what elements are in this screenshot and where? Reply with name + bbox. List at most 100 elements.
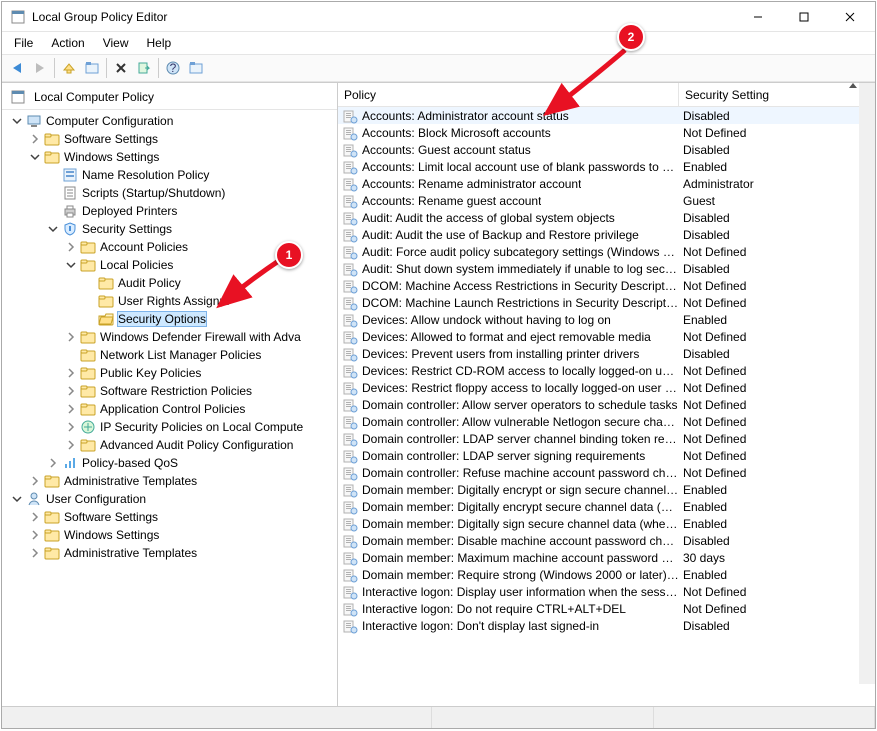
chevron-right-icon[interactable] [64,420,78,434]
tree-item[interactable]: Audit Policy [4,274,337,292]
tree-item[interactable]: Security Options [4,310,337,328]
chevron-right-icon[interactable] [28,510,42,524]
list-item[interactable]: Devices: Allow undock without having to … [338,311,875,328]
properties-button[interactable] [185,57,207,79]
list-item[interactable]: Devices: Restrict CD-ROM access to local… [338,362,875,379]
chevron-right-icon[interactable] [64,402,78,416]
tree-item[interactable]: Windows Settings [4,526,337,544]
tree-item[interactable]: Windows Settings [4,148,337,166]
app-icon [10,9,26,25]
list-item[interactable]: Interactive logon: Display user informat… [338,583,875,600]
tree-item[interactable]: Scripts (Startup/Shutdown) [4,184,337,202]
list-item[interactable]: Domain member: Maximum machine account p… [338,549,875,566]
tree-item[interactable]: User Rights Assignm [4,292,337,310]
list-item[interactable]: Domain member: Digitally encrypt secure … [338,498,875,515]
menu-file[interactable]: File [6,34,41,52]
chevron-down-icon[interactable] [10,492,24,506]
export-button[interactable] [133,57,155,79]
chevron-down-icon[interactable] [46,222,60,236]
list-item[interactable]: Devices: Prevent users from installing p… [338,345,875,362]
list-item[interactable]: Domain controller: Allow server operator… [338,396,875,413]
menu-help[interactable]: Help [139,34,180,52]
scrollbar-vertical[interactable] [859,83,875,684]
chevron-right-icon[interactable] [64,438,78,452]
tree-item[interactable]: Security Settings [4,220,337,238]
list-item[interactable]: Audit: Force audit policy subcategory se… [338,243,875,260]
chevron-down-icon[interactable] [10,114,24,128]
chevron-right-icon[interactable] [28,546,42,560]
list-item[interactable]: Accounts: Rename guest accountGuest [338,192,875,209]
column-header-setting[interactable]: Security Setting [679,83,875,106]
close-button[interactable] [827,3,873,31]
policy-name: Accounts: Administrator account status [362,109,569,123]
policy-item-icon [342,108,358,124]
tree-item[interactable]: Advanced Audit Policy Configuration [4,436,337,454]
policy-item-icon [342,125,358,141]
tree-item[interactable]: Software Settings [4,508,337,526]
delete-button[interactable] [110,57,132,79]
maximize-button[interactable] [781,3,827,31]
list-item[interactable]: Accounts: Guest account statusDisabled [338,141,875,158]
tree-item[interactable]: Policy-based QoS [4,454,337,472]
chevron-right-icon[interactable] [64,330,78,344]
tree-item[interactable]: Administrative Templates [4,544,337,562]
list-item[interactable]: Audit: Shut down system immediately if u… [338,260,875,277]
tree-item[interactable]: Name Resolution Policy [4,166,337,184]
tree-item[interactable]: Computer Configuration [4,112,337,130]
tree-item[interactable]: Software Restriction Policies [4,382,337,400]
back-button[interactable] [6,57,28,79]
menu-view[interactable]: View [95,34,137,52]
list-item[interactable]: DCOM: Machine Access Restrictions in Sec… [338,277,875,294]
chevron-right-icon[interactable] [64,366,78,380]
chevron-right-icon[interactable] [28,528,42,542]
list-item[interactable]: Domain member: Digitally sign secure cha… [338,515,875,532]
policy-setting: Enabled [679,568,875,582]
help-button[interactable] [162,57,184,79]
chevron-down-icon[interactable] [28,150,42,164]
list-item[interactable]: Accounts: Block Microsoft accountsNot De… [338,124,875,141]
list-item[interactable]: Accounts: Rename administrator accountAd… [338,175,875,192]
chevron-right-icon[interactable] [64,240,78,254]
chevron-right-icon[interactable] [28,132,42,146]
list-item[interactable]: Domain member: Digitally encrypt or sign… [338,481,875,498]
list-item[interactable]: Devices: Allowed to format and eject rem… [338,328,875,345]
tree-item[interactable]: Network List Manager Policies [4,346,337,364]
tree-item[interactable]: Application Control Policies [4,400,337,418]
column-header-policy[interactable]: Policy [338,83,679,106]
list-item[interactable]: Interactive logon: Don't display last si… [338,617,875,634]
minimize-button[interactable] [735,3,781,31]
list-item[interactable]: DCOM: Machine Launch Restrictions in Sec… [338,294,875,311]
chevron-down-icon[interactable] [64,258,78,272]
list-item[interactable]: Interactive logon: Do not require CTRL+A… [338,600,875,617]
list-item[interactable]: Domain controller: Allow vulnerable Netl… [338,413,875,430]
list-item[interactable]: Accounts: Limit local account use of bla… [338,158,875,175]
up-button[interactable] [58,57,80,79]
policy-setting: Administrator [679,177,875,191]
list-item[interactable]: Domain member: Require strong (Windows 2… [338,566,875,583]
list-item[interactable]: Domain controller: LDAP server signing r… [338,447,875,464]
list-item[interactable]: Audit: Audit the access of global system… [338,209,875,226]
tree-item[interactable]: Windows Defender Firewall with Adva [4,328,337,346]
list-item[interactable]: Accounts: Administrator account statusDi… [338,107,875,124]
list-view[interactable]: Accounts: Administrator account statusDi… [338,107,875,706]
show-hide-tree-button[interactable] [81,57,103,79]
list-item[interactable]: Domain controller: Refuse machine accoun… [338,464,875,481]
tree-item[interactable]: Software Settings [4,130,337,148]
tree-view[interactable]: Computer ConfigurationSoftware SettingsW… [2,110,337,704]
menu-action[interactable]: Action [43,34,92,52]
tree-item[interactable]: Administrative Templates [4,472,337,490]
list-item[interactable]: Devices: Restrict floppy access to local… [338,379,875,396]
forward-button[interactable] [29,57,51,79]
chevron-right-icon[interactable] [64,384,78,398]
list-item[interactable]: Domain member: Disable machine account p… [338,532,875,549]
tree-item[interactable]: Deployed Printers [4,202,337,220]
list-item[interactable]: Audit: Audit the use of Backup and Resto… [338,226,875,243]
tree-item[interactable]: IP Security Policies on Local Compute [4,418,337,436]
chevron-right-icon[interactable] [46,456,60,470]
tree-item[interactable]: Public Key Policies [4,364,337,382]
list-item[interactable]: Domain controller: LDAP server channel b… [338,430,875,447]
tree-item[interactable]: User Configuration [4,490,337,508]
chevron-right-icon[interactable] [28,474,42,488]
policy-setting: Not Defined [679,585,875,599]
tree-root[interactable]: Local Computer Policy [2,85,337,110]
